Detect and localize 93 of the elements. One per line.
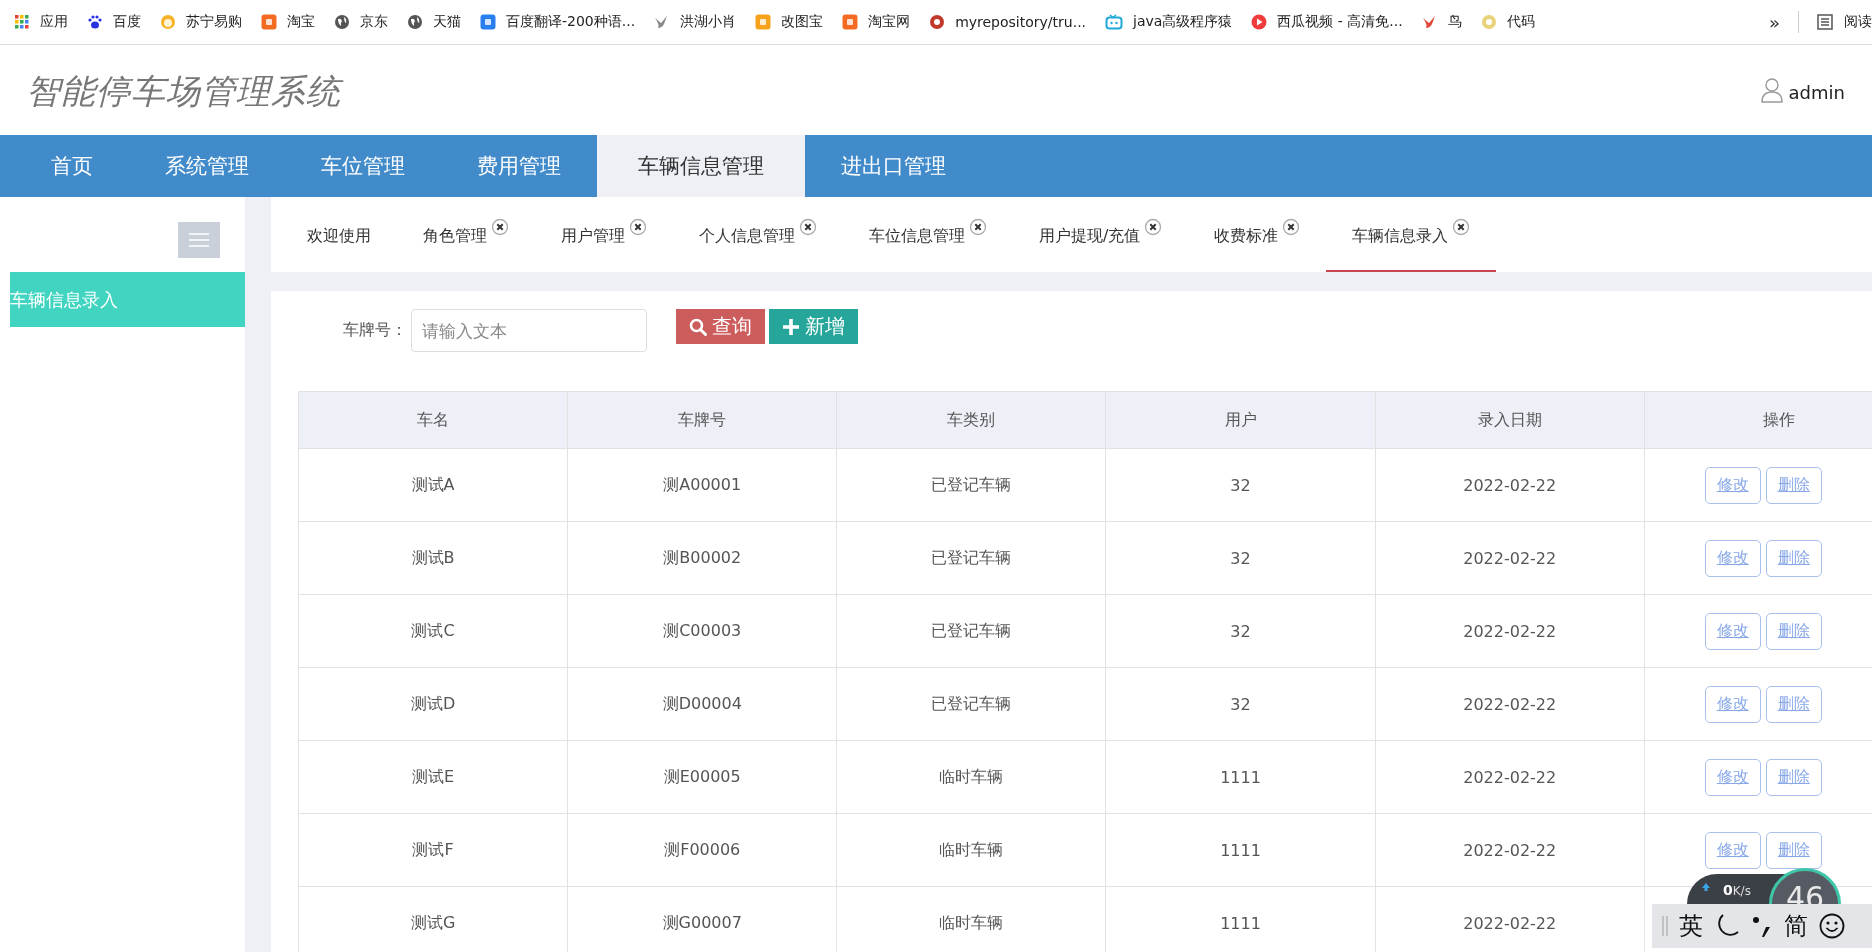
nav-tab[interactable]: 费用管理 [441, 135, 597, 197]
bookmark[interactable]: 应用 [14, 13, 68, 31]
table-cell: 测试B [298, 521, 568, 595]
table-cell: 测试D [298, 667, 568, 741]
table-cell: 临时车辆 [836, 813, 1106, 887]
page-tab[interactable]: 收费标准 [1188, 197, 1327, 272]
table-cell: 测B00002 [567, 521, 837, 595]
column-header: 车名 [298, 391, 568, 449]
apps-grid-icon [14, 14, 30, 30]
more-bookmarks-button[interactable]: » [1769, 11, 1780, 33]
table-cell: 测试E [298, 740, 568, 814]
page-tab[interactable]: 欢迎使用 [281, 197, 397, 272]
globe-icon [407, 14, 423, 30]
bookmark[interactable]: 鸟 [1421, 13, 1462, 31]
nav-tab[interactable]: 车位管理 [285, 135, 441, 197]
smiley-icon [1819, 913, 1845, 939]
bookmark[interactable]: myrepository/tru... [929, 14, 1087, 30]
table-cell: 2022-02-22 [1375, 813, 1645, 887]
plus-icon [782, 317, 800, 336]
table-cell: 测A00001 [567, 448, 837, 522]
table-cell: 2022-02-22 [1375, 667, 1645, 741]
upload-arrow-icon [1701, 882, 1711, 892]
table-cell: 1111 [1105, 740, 1376, 814]
table-cell: 测D00004 [567, 667, 837, 741]
table-cell: 2022-02-22 [1375, 521, 1645, 595]
close-icon[interactable] [491, 217, 509, 236]
upload-speed: 0K/s [1723, 882, 1751, 898]
close-icon[interactable] [969, 217, 987, 236]
nav-tab[interactable]: 系统管理 [129, 135, 285, 197]
list-icon [1817, 14, 1833, 30]
bookmark[interactable]: 淘宝 [261, 13, 315, 31]
column-header: 操作 [1644, 391, 1872, 449]
column-header: 车牌号 [567, 391, 837, 449]
bookmark[interactable]: 洪湖小肖 [654, 13, 737, 31]
bookmark[interactable]: 改图宝 [755, 13, 824, 31]
page-tab[interactable]: 用户管理 [535, 197, 673, 272]
globe-icon [334, 14, 350, 30]
table-cell: 已登记车辆 [836, 448, 1106, 522]
table-cell: 测E00005 [567, 740, 837, 814]
close-icon[interactable] [799, 217, 817, 236]
bookmark[interactable]: 京东 [334, 13, 388, 31]
nav-tab[interactable]: 车辆信息管理 [597, 135, 805, 197]
page-tab[interactable]: 用户提现/充值 [1013, 197, 1189, 272]
table-cell: 测试A [298, 448, 568, 522]
table-cell: 已登记车辆 [836, 521, 1106, 595]
table-cell: 测C00003 [567, 594, 837, 668]
column-header: 车类别 [836, 391, 1106, 449]
close-icon[interactable] [629, 217, 647, 236]
table-cell: 32 [1105, 521, 1376, 595]
bookmark[interactable]: 苏宁易购 [160, 13, 242, 31]
reading-list-button[interactable]: 阅读 [1817, 13, 1872, 31]
bookmark[interactable]: 淘宝网 [842, 13, 911, 31]
close-icon[interactable] [1282, 217, 1301, 236]
table-cell: 测F00006 [567, 813, 837, 887]
table-cell: 已登记车辆 [836, 594, 1106, 668]
bookmark[interactable]: 百度 [87, 13, 141, 31]
user-name[interactable]: admin [1788, 82, 1845, 103]
table-cell: 2022-02-22 [1375, 594, 1645, 668]
table-cell: 32 [1105, 448, 1376, 522]
table-cell: 2022-02-22 [1375, 448, 1645, 522]
table-cell: 32 [1105, 594, 1376, 668]
menu-icon [189, 233, 209, 247]
nav-tab[interactable]: 进出口管理 [805, 135, 982, 197]
table-cell: 2022-02-22 [1375, 740, 1645, 814]
table-cell: 测试F [298, 813, 568, 887]
drag-handle-icon [1662, 915, 1668, 937]
table-cell: 测试G [298, 886, 568, 952]
table-cell: 已登记车辆 [836, 667, 1106, 741]
table-cell: 32 [1105, 667, 1376, 741]
bookmark[interactable]: 代码 [1480, 13, 1535, 31]
close-icon[interactable] [1144, 217, 1163, 236]
bookmark[interactable]: java高级程序猿 [1105, 13, 1233, 31]
bookmark[interactable]: 西瓜视频 - 高清免... [1251, 13, 1403, 31]
column-header: 用户 [1105, 391, 1376, 449]
bookmark[interactable]: 百度翻译-200种语... [480, 13, 636, 31]
search-button[interactable]: 查询 [676, 309, 765, 344]
page-tab[interactable]: 角色管理 [397, 197, 535, 272]
page-tab[interactable]: 个人信息管理 [673, 197, 843, 272]
table-cell: 临时车辆 [836, 740, 1106, 814]
user-icon [1760, 77, 1783, 103]
nav-tab[interactable]: 首页 [15, 135, 129, 197]
table-cell: 1111 [1105, 813, 1376, 887]
ime-mode[interactable]: 英 [1679, 910, 1703, 942]
bookmark[interactable]: 天猫 [407, 13, 461, 31]
field-label: 车牌号： [343, 319, 407, 341]
search-field[interactable]: 请输入文本 [411, 309, 647, 352]
close-icon[interactable] [1452, 217, 1471, 236]
page-tab[interactable]: 车位信息管理 [843, 197, 1013, 272]
search-icon [689, 317, 707, 336]
table-cell: 测试C [298, 594, 568, 668]
ime-mode[interactable]: 简 [1784, 910, 1808, 942]
page-tab[interactable]: 车辆信息录入 [1326, 197, 1497, 272]
column-header: 录入日期 [1375, 391, 1645, 449]
